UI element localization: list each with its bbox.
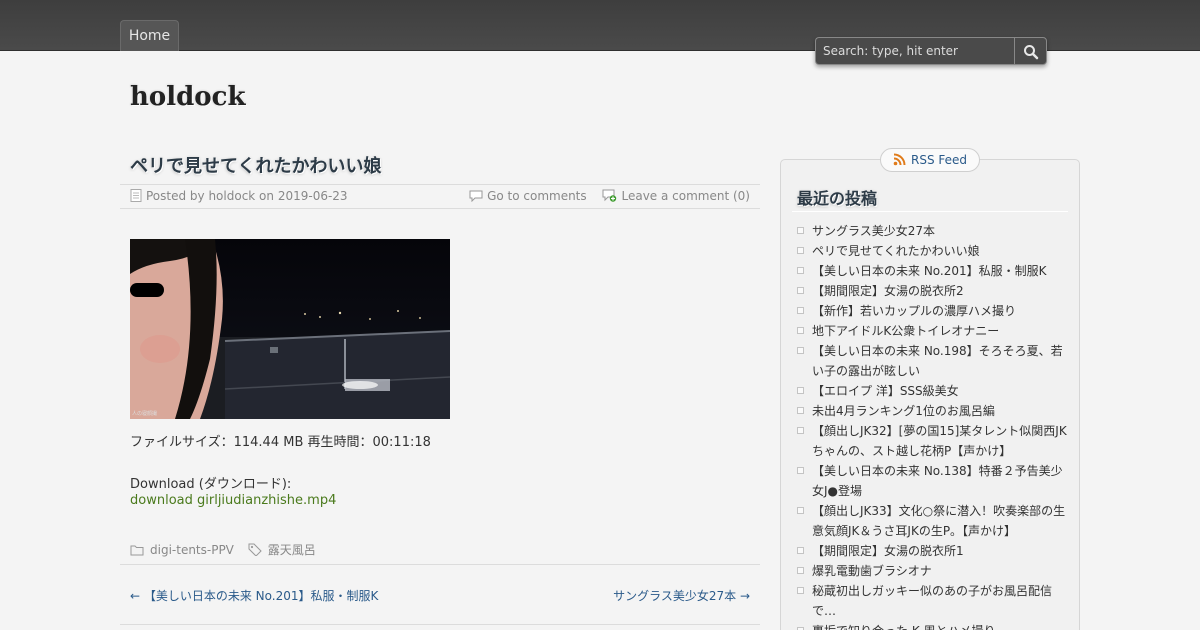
list-bullet-icon <box>797 267 804 274</box>
list-bullet-icon <box>797 347 804 354</box>
recent-post-title: ペリで見せてくれたかわいい娘 <box>812 244 980 258</box>
download-label: Download (ダウンロード): <box>130 477 292 492</box>
list-bullet-icon <box>797 307 804 314</box>
widget-divider <box>792 211 1068 212</box>
recent-post-title: 秘蔵初出しガッキー似のあの子がお風呂配信で… <box>812 584 1053 618</box>
post-thumbnail-image[interactable]: 人の寝顔撮 <box>130 239 450 419</box>
recent-post-item[interactable]: 地下アイドルK公衆トイレオナニー <box>797 321 1067 341</box>
nav-home-tab[interactable]: Home <box>120 20 179 51</box>
recent-post-item[interactable]: 裏垢で知り合った K 周とハメ撮り <box>797 621 1067 630</box>
leave-comment-link[interactable]: Leave a comment (0) <box>621 189 750 203</box>
list-bullet-icon <box>797 507 804 514</box>
recent-post-item[interactable]: 【新作】若いカップルの濃厚ハメ撮り <box>797 301 1067 321</box>
rss-feed-link[interactable]: RSS Feed <box>880 148 980 172</box>
recent-posts-list: サングラス美少女27本ペリで見せてくれたかわいい娘【美しい日本の未来 No.20… <box>797 221 1067 630</box>
search-icon <box>1024 45 1039 60</box>
recent-post-title: 【美しい日本の未来 No.201】私服・制服K <box>812 264 1047 278</box>
search-input[interactable] <box>815 37 1014 65</box>
folder-icon <box>130 545 144 556</box>
image-caption: 人の寝顔撮 <box>132 410 157 417</box>
recent-post-title: 【美しい日本の未来 No.138】特番２予告美少女J●登場 <box>812 464 1063 498</box>
add-comment-icon <box>602 189 617 202</box>
post-navigation: ← 【美しい日本の未来 No.201】私服・制服K サングラス美少女27本 → <box>120 564 760 625</box>
site-title[interactable]: holdock <box>130 82 246 112</box>
list-bullet-icon <box>797 587 804 594</box>
recent-post-item[interactable]: 爆乳電動歯ブラシオナ <box>797 561 1067 581</box>
search-button[interactable] <box>1014 37 1047 65</box>
recent-post-item[interactable]: 【顔出しJK33】文化○祭に潜入！吹奏楽部の生意気顔JK＆うさ耳JKの生P。【声… <box>797 501 1067 541</box>
posted-by-text: Posted by holdock on 2019-06-23 <box>146 189 348 203</box>
recent-posts-title: 最近の投稿 <box>797 189 878 208</box>
recent-post-title: サングラス美少女27本 <box>812 224 936 238</box>
recent-post-title: 未出4月ランキング1位のお風呂編 <box>812 404 995 418</box>
post-taxonomy: digi-tents-PPV 露天風呂 <box>130 541 316 558</box>
list-bullet-icon <box>797 467 804 474</box>
list-bullet-icon <box>797 287 804 294</box>
recent-post-title: 爆乳電動歯ブラシオナ <box>812 564 932 578</box>
recent-post-item[interactable]: ペリで見せてくれたかわいい娘 <box>797 241 1067 261</box>
recent-post-item[interactable]: 【美しい日本の未来 No.198】そろそろ夏、若い子の露出が眩しい <box>797 341 1067 381</box>
previous-post-link[interactable]: ← 【美しい日本の未来 No.201】私服・制服K <box>130 587 378 604</box>
post-byline: Posted by holdock on 2019-06-23 <box>130 189 348 203</box>
recent-post-item[interactable]: 【美しい日本の未来 No.138】特番２予告美少女J●登場 <box>797 461 1067 501</box>
recent-post-item[interactable]: 【エロイプ 洋】SSS級美女 <box>797 381 1067 401</box>
recent-post-item[interactable]: 【美しい日本の未来 No.201】私服・制服K <box>797 261 1067 281</box>
document-icon <box>130 189 142 202</box>
next-post-link[interactable]: サングラス美少女27本 → <box>613 587 750 604</box>
go-to-comments-link[interactable]: Go to comments <box>487 189 587 203</box>
list-bullet-icon <box>797 547 804 554</box>
list-bullet-icon <box>797 387 804 394</box>
rss-icon <box>893 153 906 166</box>
recent-post-title: 【顔出しJK32】[夢の国15]某タレント似関西JKちゃんの、スト越し花柄P【声… <box>812 424 1067 458</box>
recent-post-title: 【美しい日本の未来 No.198】そろそろ夏、若い子の露出が眩しい <box>812 344 1063 378</box>
post-meta: Posted by holdock on 2019-06-23 Go to co… <box>120 184 760 209</box>
recent-post-item[interactable]: サングラス美少女27本 <box>797 221 1067 241</box>
list-bullet-icon <box>797 407 804 414</box>
recent-post-item[interactable]: 【期間限定】女湯の脱衣所1 <box>797 541 1067 561</box>
post-title[interactable]: ペリで見せてくれたかわいい娘 <box>130 152 381 178</box>
recent-post-item[interactable]: 秘蔵初出しガッキー似のあの子がお風呂配信で… <box>797 581 1067 621</box>
recent-post-title: 【エロイプ 洋】SSS級美女 <box>812 384 959 398</box>
rss-label: RSS Feed <box>911 153 968 167</box>
category-link[interactable]: digi-tents-PPV <box>150 543 234 557</box>
recent-post-title: 【顔出しJK33】文化○祭に潜入！吹奏楽部の生意気顔JK＆うさ耳JKの生P。【声… <box>812 504 1066 538</box>
recent-post-title: 【期間限定】女湯の脱衣所1 <box>812 544 964 558</box>
recent-post-title: 地下アイドルK公衆トイレオナニー <box>812 324 1000 338</box>
recent-post-title: 【新作】若いカップルの濃厚ハメ撮り <box>812 304 1017 318</box>
list-bullet-icon <box>797 327 804 334</box>
recent-post-item[interactable]: 未出4月ランキング1位のお風呂編 <box>797 401 1067 421</box>
tag-icon <box>248 543 262 557</box>
comment-bubble-icon <box>469 190 483 203</box>
list-bullet-icon <box>797 227 804 234</box>
list-bullet-icon <box>797 427 804 434</box>
recent-post-item[interactable]: 【期間限定】女湯の脱衣所2 <box>797 281 1067 301</box>
night-balcony-photo: 人の寝顔撮 <box>130 239 450 419</box>
download-link[interactable]: download girljiudianzhishe.mp4 <box>130 493 336 508</box>
file-info-text: ファイルサイズ：114.44 MB 再生時間：00:11:18 <box>130 435 431 450</box>
recent-post-title: 【期間限定】女湯の脱衣所2 <box>812 284 964 298</box>
recent-post-title: 裏垢で知り合った K 周とハメ撮り <box>812 624 996 630</box>
list-bullet-icon <box>797 247 804 254</box>
search-form <box>815 37 1047 65</box>
tag-link[interactable]: 露天風呂 <box>268 543 316 557</box>
list-bullet-icon <box>797 567 804 574</box>
recent-post-item[interactable]: 【顔出しJK32】[夢の国15]某タレント似関西JKちゃんの、スト越し花柄P【声… <box>797 421 1067 461</box>
